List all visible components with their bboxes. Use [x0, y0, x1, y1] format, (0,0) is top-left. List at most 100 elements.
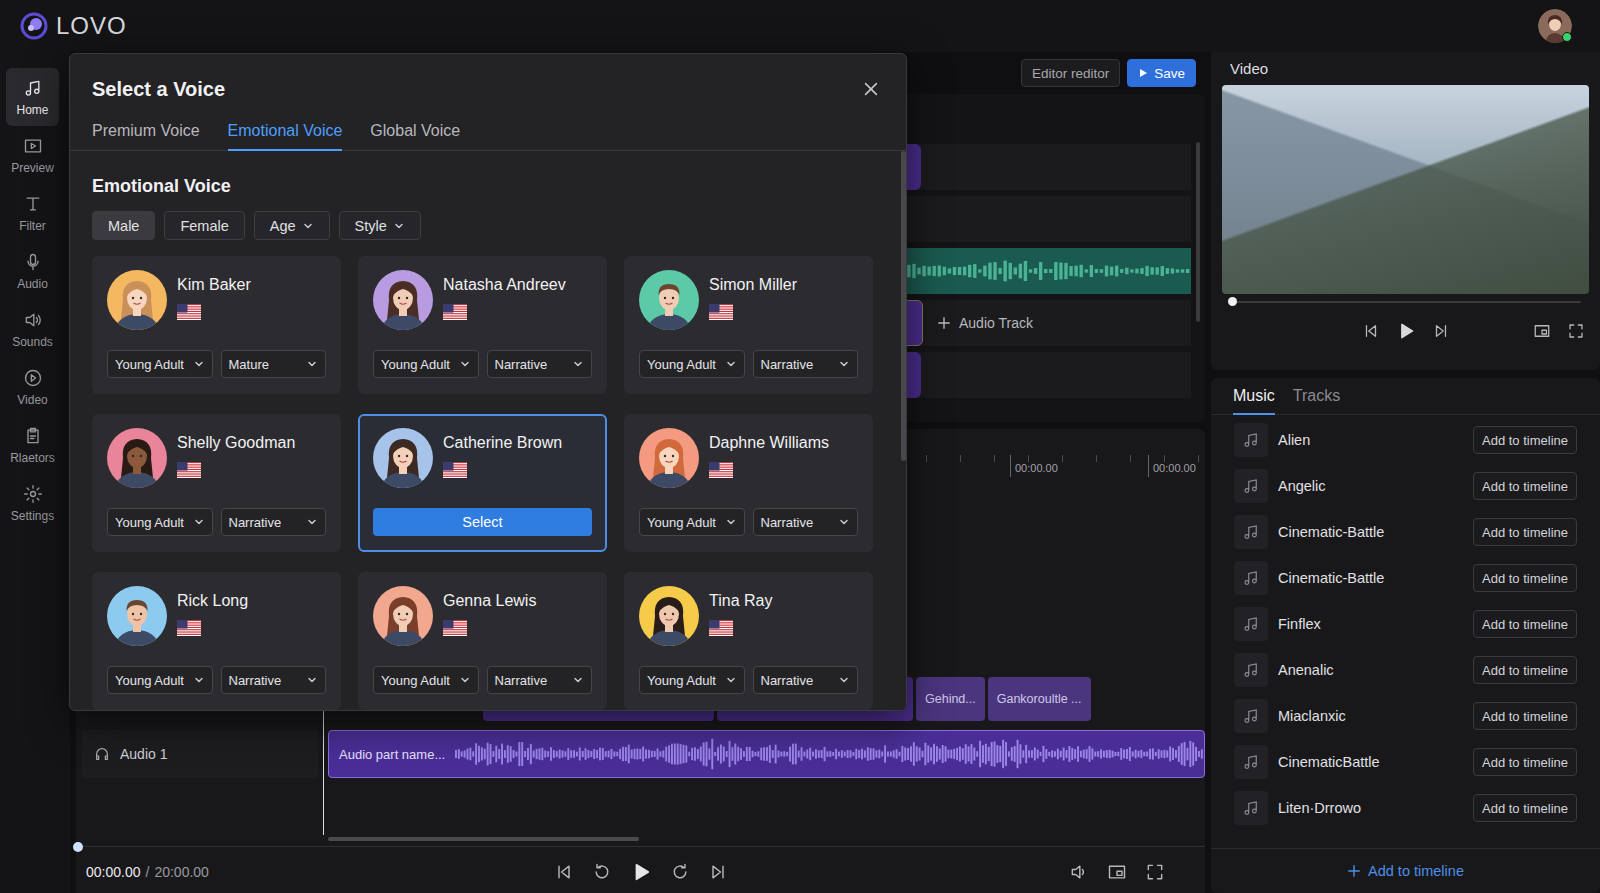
user-avatar[interactable] [1538, 9, 1572, 43]
voice-card[interactable]: Genna LewisYoung AdultNarrative [358, 572, 607, 710]
music-note-icon [1242, 523, 1260, 541]
tab[interactable]: Music [1233, 387, 1275, 415]
dialog-scrollbar[interactable] [901, 151, 906, 710]
voice-dropdown[interactable]: Young Adult [107, 350, 213, 378]
filter-dropdown[interactable]: Style [339, 211, 421, 240]
scrollbar-thumb[interactable] [1196, 142, 1200, 322]
voice-dropdown[interactable]: Narrative [753, 350, 859, 378]
voice-card[interactable]: Natasha AndreevYoung AdultNarrative [358, 256, 607, 394]
sidebar-item[interactable]: Home [6, 68, 59, 126]
fullscreen-icon[interactable] [1567, 322, 1585, 340]
sidebar-item[interactable]: Audio [6, 242, 59, 300]
voice-dropdown[interactable]: Young Adult [373, 666, 479, 694]
filter-chip[interactable]: Male [92, 211, 155, 240]
toolbar-button[interactable]: Editor reditor [1021, 59, 1120, 87]
video-progress[interactable] [1222, 294, 1589, 310]
voice-dropdown[interactable]: Young Adult [639, 666, 745, 694]
playback-progress[interactable] [76, 843, 1205, 851]
audio-track-label[interactable]: Audio 1 [82, 730, 318, 778]
add-to-timeline-button[interactable]: Add to timeline [1473, 518, 1577, 546]
fullscreen-icon[interactable] [1145, 862, 1165, 882]
sidebar-item[interactable]: Preview [6, 126, 59, 184]
forward-icon[interactable] [670, 862, 690, 882]
voice-dropdown[interactable]: Young Adult [639, 508, 745, 536]
voice-card[interactable]: Rick LongYoung AdultNarrative [92, 572, 341, 710]
add-to-timeline-button[interactable]: Add to timeline [1473, 426, 1577, 454]
track-row[interactable]: Liten·DrrowoAdd to timeline [1234, 785, 1577, 831]
voice-card[interactable]: Kim BakerYoung AdultMature [92, 256, 341, 394]
volume-icon[interactable] [1069, 862, 1089, 882]
toolbar-button[interactable]: Save [1127, 59, 1196, 87]
play-icon[interactable] [1396, 321, 1416, 341]
voice-card[interactable]: Catherine BrownSelect [358, 414, 607, 552]
next-icon[interactable] [1432, 322, 1450, 340]
track-row[interactable]: MiaclanxicAdd to timeline [1234, 693, 1577, 739]
add-to-timeline-button[interactable]: Add to timeline [1473, 702, 1577, 730]
track-row[interactable]: Cinematic-BattleAdd to timeline [1234, 509, 1577, 555]
waveform [455, 735, 1204, 773]
skip-start-icon[interactable] [554, 862, 574, 882]
track-row[interactable]: AngelicAdd to timeline [1234, 463, 1577, 509]
track-row[interactable]: Cinematic-BattleAdd to timeline [1234, 555, 1577, 601]
sidebar-item[interactable]: Rlaetors [6, 416, 59, 474]
track-row[interactable]: AlienAdd to timeline [1234, 417, 1577, 463]
play-icon[interactable] [630, 861, 652, 883]
picture-in-picture-icon[interactable] [1533, 322, 1551, 340]
picture-in-picture-icon[interactable] [1107, 862, 1127, 882]
voice-dropdown[interactable]: Young Adult [373, 350, 479, 378]
sidebar-item[interactable]: Video [6, 358, 59, 416]
track-row[interactable]: AnenalicAdd to timeline [1234, 647, 1577, 693]
add-to-timeline-button[interactable]: Add to timeline [1473, 564, 1577, 592]
voice-dropdown[interactable]: Narrative [221, 508, 327, 536]
playhead[interactable] [323, 697, 324, 835]
video-progress-handle[interactable] [1228, 297, 1237, 306]
add-to-timeline-button[interactable]: Add to timeline [1473, 610, 1577, 638]
sidebar-item[interactable]: Settings [6, 474, 59, 532]
voice-dropdown[interactable]: Narrative [753, 508, 859, 536]
voice-dropdown[interactable]: Narrative [753, 666, 859, 694]
track-thumb [1234, 423, 1268, 457]
tab[interactable]: Tracks [1293, 387, 1340, 414]
voice-dropdown[interactable]: Narrative [221, 666, 327, 694]
tab[interactable]: Emotional Voice [228, 122, 343, 151]
sidebar-item[interactable]: Filter [6, 184, 59, 242]
sidebar-item[interactable]: Sounds [6, 300, 59, 358]
rewind-icon[interactable] [592, 862, 612, 882]
filter-dropdown[interactable]: Age [254, 211, 330, 240]
scrollbar-thumb[interactable] [328, 837, 639, 841]
skip-end-icon[interactable] [708, 862, 728, 882]
tab[interactable]: Global Voice [370, 122, 460, 150]
add-track-button[interactable]: Audio Track [937, 300, 1033, 346]
scrollbar-thumb[interactable] [901, 151, 906, 461]
voice-dropdown[interactable]: Young Adult [107, 508, 213, 536]
filter-chip[interactable]: Female [164, 211, 244, 240]
track-row[interactable]: FinflexAdd to timeline [1234, 601, 1577, 647]
voice-dropdown[interactable]: Narrative [487, 350, 593, 378]
tab[interactable]: Premium Voice [92, 122, 200, 150]
voice-card[interactable]: Simon MillerYoung AdultNarrative [624, 256, 873, 394]
logo[interactable]: LOVO [20, 12, 127, 40]
audio-clip[interactable]: Audio part name... [328, 730, 1205, 778]
add-to-timeline-button[interactable]: Add to timeline [1473, 472, 1577, 500]
add-to-timeline-button[interactable]: Add to timeline [1473, 794, 1577, 822]
voice-dropdown[interactable]: Mature [221, 350, 327, 378]
add-to-timeline-button[interactable]: Add to timeline [1473, 748, 1577, 776]
clip[interactable]: Gankoroultle ... [988, 677, 1091, 721]
previous-icon[interactable] [1362, 322, 1380, 340]
progress-handle[interactable] [73, 842, 83, 852]
video-frame[interactable] [1222, 85, 1589, 294]
voice-dropdown[interactable]: Young Adult [107, 666, 213, 694]
add-to-timeline-button[interactable]: Add to timeline [1473, 656, 1577, 684]
horizontal-scrollbar[interactable] [76, 835, 1205, 843]
voice-dropdown[interactable]: Young Adult [639, 350, 745, 378]
voice-card[interactable]: Daphne WilliamsYoung AdultNarrative [624, 414, 873, 552]
scrollbar[interactable] [1191, 94, 1205, 422]
voice-card[interactable]: Tina RayYoung AdultNarrative [624, 572, 873, 710]
clip[interactable]: Gehind... [916, 677, 985, 721]
select-button[interactable]: Select [373, 508, 592, 536]
voice-dropdown[interactable]: Narrative [487, 666, 593, 694]
add-to-timeline-footer[interactable]: Add to timeline [1211, 848, 1600, 893]
close-icon[interactable] [862, 80, 880, 98]
voice-card[interactable]: Shelly GoodmanYoung AdultNarrative [92, 414, 341, 552]
track-row[interactable]: CinematicBattleAdd to timeline [1234, 739, 1577, 785]
